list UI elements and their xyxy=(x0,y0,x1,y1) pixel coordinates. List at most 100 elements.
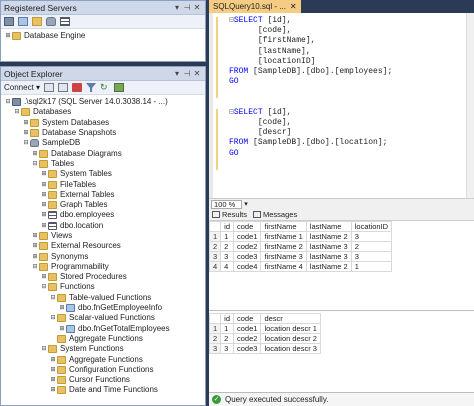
row-number[interactable]: 2 xyxy=(208,333,222,344)
results-table-1[interactable]: id code firstName lastName locationID 1 1 code1… xyxy=(208,221,393,272)
collapse-icon[interactable]: ⊟ xyxy=(49,293,57,303)
expand-icon[interactable]: ⊞ xyxy=(40,169,48,179)
sampledb-node[interactable]: ⊟ SampleDB xyxy=(1,138,205,148)
row-number[interactable]: 4 xyxy=(208,261,222,272)
expand-icon[interactable]: ⊞ xyxy=(40,210,48,220)
table-cell[interactable]: code4 xyxy=(233,261,262,272)
connect-button[interactable]: Connect ▾ xyxy=(4,83,40,92)
collapse-icon[interactable]: ⊟ xyxy=(40,282,48,292)
row-number[interactable]: 1 xyxy=(208,323,222,334)
table-cell[interactable]: code2 xyxy=(233,333,262,344)
table-cell[interactable]: 4 xyxy=(220,261,235,272)
column-header[interactable]: id xyxy=(220,313,235,324)
expand-icon[interactable]: ⊞ xyxy=(40,200,48,210)
column-header[interactable]: lastName xyxy=(305,221,352,232)
table-cell[interactable]: 3 xyxy=(350,231,393,242)
table-cell[interactable]: firstName 3 xyxy=(260,251,307,262)
table-cell[interactable]: 2 xyxy=(350,241,393,252)
system-functions-folder[interactable]: ⊟ System Functions xyxy=(1,344,205,354)
table-cell[interactable]: firstName 1 xyxy=(260,231,307,242)
corner-cell[interactable] xyxy=(208,221,222,232)
table-cell[interactable]: 1 xyxy=(220,323,235,334)
collapse-icon[interactable]: ⊟ xyxy=(49,313,57,323)
fn-get-employee-info[interactable]: ⊞ dbo.fnGetEmployeeInfo xyxy=(1,303,205,313)
azure-icon[interactable] xyxy=(60,17,70,26)
programmability-folder[interactable]: ⊟ Programmability xyxy=(1,262,205,272)
column-header[interactable]: id xyxy=(220,221,235,232)
column-header[interactable]: locationID xyxy=(350,221,393,232)
system-databases-folder[interactable]: ⊞ System Databases xyxy=(1,118,205,128)
functions-folder[interactable]: ⊟ Functions xyxy=(1,282,205,292)
close-tab-icon[interactable]: ✕ xyxy=(290,2,297,11)
zoom-dropdown-icon[interactable]: ▾ xyxy=(244,200,248,208)
table-cell[interactable]: code3 xyxy=(233,343,262,354)
pane-menu-icon[interactable]: ▾ xyxy=(172,69,182,78)
table-cell[interactable]: 2 xyxy=(220,333,235,344)
table-row[interactable]: 3 3 code3 firstName 3 lastName 33 xyxy=(208,251,393,262)
table-cell[interactable]: lastName 3 xyxy=(305,251,352,262)
row-number[interactable]: 3 xyxy=(208,251,222,262)
table-location[interactable]: ⊞ dbo.location xyxy=(1,221,205,231)
collapse-icon[interactable]: ⊟ xyxy=(40,344,48,354)
expand-icon[interactable]: ⊞ xyxy=(40,221,48,231)
results-tab[interactable]: Results xyxy=(212,210,247,219)
synonyms-folder[interactable]: ⊞ Synonyms xyxy=(1,251,205,261)
table-valued-functions-folder[interactable]: ⊟ Table-valued Functions xyxy=(1,293,205,303)
table-row[interactable]: 1 1 code1 location descr 1 xyxy=(208,323,321,334)
server-node[interactable]: ⊟ .\sql2k17 (SQL Server 14.0.3038.14 - ..… xyxy=(1,97,205,107)
database-snapshots-folder[interactable]: ⊞ Database Snapshots xyxy=(1,128,205,138)
editor-scrollbar[interactable] xyxy=(466,13,474,198)
filter-icon[interactable] xyxy=(86,83,97,92)
results-grid-1[interactable]: id code firstName lastName locationID 1 1 code1… xyxy=(208,221,474,311)
system-tables-folder[interactable]: ⊞ System Tables xyxy=(1,169,205,179)
expand-icon[interactable]: ⊞ xyxy=(58,324,66,334)
database-diagrams-folder[interactable]: ⊞ Database Diagrams xyxy=(1,148,205,158)
column-header[interactable]: descr xyxy=(260,313,321,324)
close-icon[interactable]: ✕ xyxy=(192,69,202,78)
table-cell[interactable]: location descr 1 xyxy=(260,323,321,334)
date-time-functions-folder[interactable]: ⊞ Date and Time Functions xyxy=(1,385,205,395)
results-grid-2[interactable]: id code descr 1 1 code1 location descr 1 2 2 code… xyxy=(208,313,474,391)
expand-icon[interactable]: ⊞ xyxy=(22,128,30,138)
expand-icon[interactable]: ⊞ xyxy=(31,252,39,262)
external-resources-folder[interactable]: ⊞ External Resources xyxy=(1,241,205,251)
close-icon[interactable]: ✕ xyxy=(192,3,202,12)
expand-icon[interactable]: ⊞ xyxy=(31,241,39,251)
table-row[interactable]: 2 2 code2 location descr 2 xyxy=(208,333,321,344)
aggregate-functions-folder[interactable]: Aggregate Functions xyxy=(1,334,205,344)
results-table-2[interactable]: id code descr 1 1 code1 location descr 1 2 2 code… xyxy=(208,313,321,354)
configuration-functions-folder[interactable]: ⊞ Configuration Functions xyxy=(1,365,205,375)
expand-icon[interactable]: ⊞ xyxy=(49,385,57,395)
table-cell[interactable]: code1 xyxy=(233,231,262,242)
reporting-services-icon[interactable] xyxy=(32,17,42,26)
table-cell[interactable]: firstName 2 xyxy=(260,241,307,252)
table-cell[interactable]: lastName 2 xyxy=(305,261,352,272)
table-cell[interactable]: code3 xyxy=(233,251,262,262)
refresh-icon[interactable]: ↻ xyxy=(100,83,110,92)
table-cell[interactable]: firstName 4 xyxy=(260,261,307,272)
column-header[interactable]: code xyxy=(233,313,262,324)
table-cell[interactable]: code1 xyxy=(233,323,262,334)
row-number[interactable]: 1 xyxy=(208,231,222,242)
pin-icon[interactable]: ⊣ xyxy=(182,69,192,78)
expand-icon[interactable]: ⊞ xyxy=(40,190,48,200)
pin-icon[interactable]: ⊣ xyxy=(182,3,192,12)
expand-icon[interactable]: ⊞ xyxy=(58,303,66,313)
collapse-icon[interactable]: ⊟ xyxy=(13,107,21,117)
scalar-valued-functions-folder[interactable]: ⊟ Scalar-valued Functions xyxy=(1,313,205,323)
collapse-icon[interactable]: ⊟ xyxy=(4,97,12,107)
table-employees[interactable]: ⊞ dbo.employees xyxy=(1,210,205,220)
sql-editor[interactable]: ⊟SELECT [id], [code], [firstName], [last… xyxy=(209,13,474,198)
tables-folder[interactable]: ⊟ Tables xyxy=(1,159,205,169)
stop-icon[interactable] xyxy=(72,83,83,92)
expand-icon[interactable]: ⊞ xyxy=(49,355,57,365)
database-engine-node[interactable]: ⊞ Database Engine xyxy=(1,31,205,41)
table-cell[interactable]: code2 xyxy=(233,241,262,252)
disconnect-icon[interactable] xyxy=(58,83,69,92)
fn-get-total-employees[interactable]: ⊞ dbo.fnGetTotalEmployees xyxy=(1,324,205,334)
table-cell[interactable]: 3 xyxy=(220,251,235,262)
table-cell[interactable]: lastName 3 xyxy=(305,241,352,252)
analysis-services-icon[interactable] xyxy=(18,17,28,26)
views-folder[interactable]: ⊞ Views xyxy=(1,231,205,241)
messages-tab[interactable]: Messages xyxy=(253,210,297,219)
